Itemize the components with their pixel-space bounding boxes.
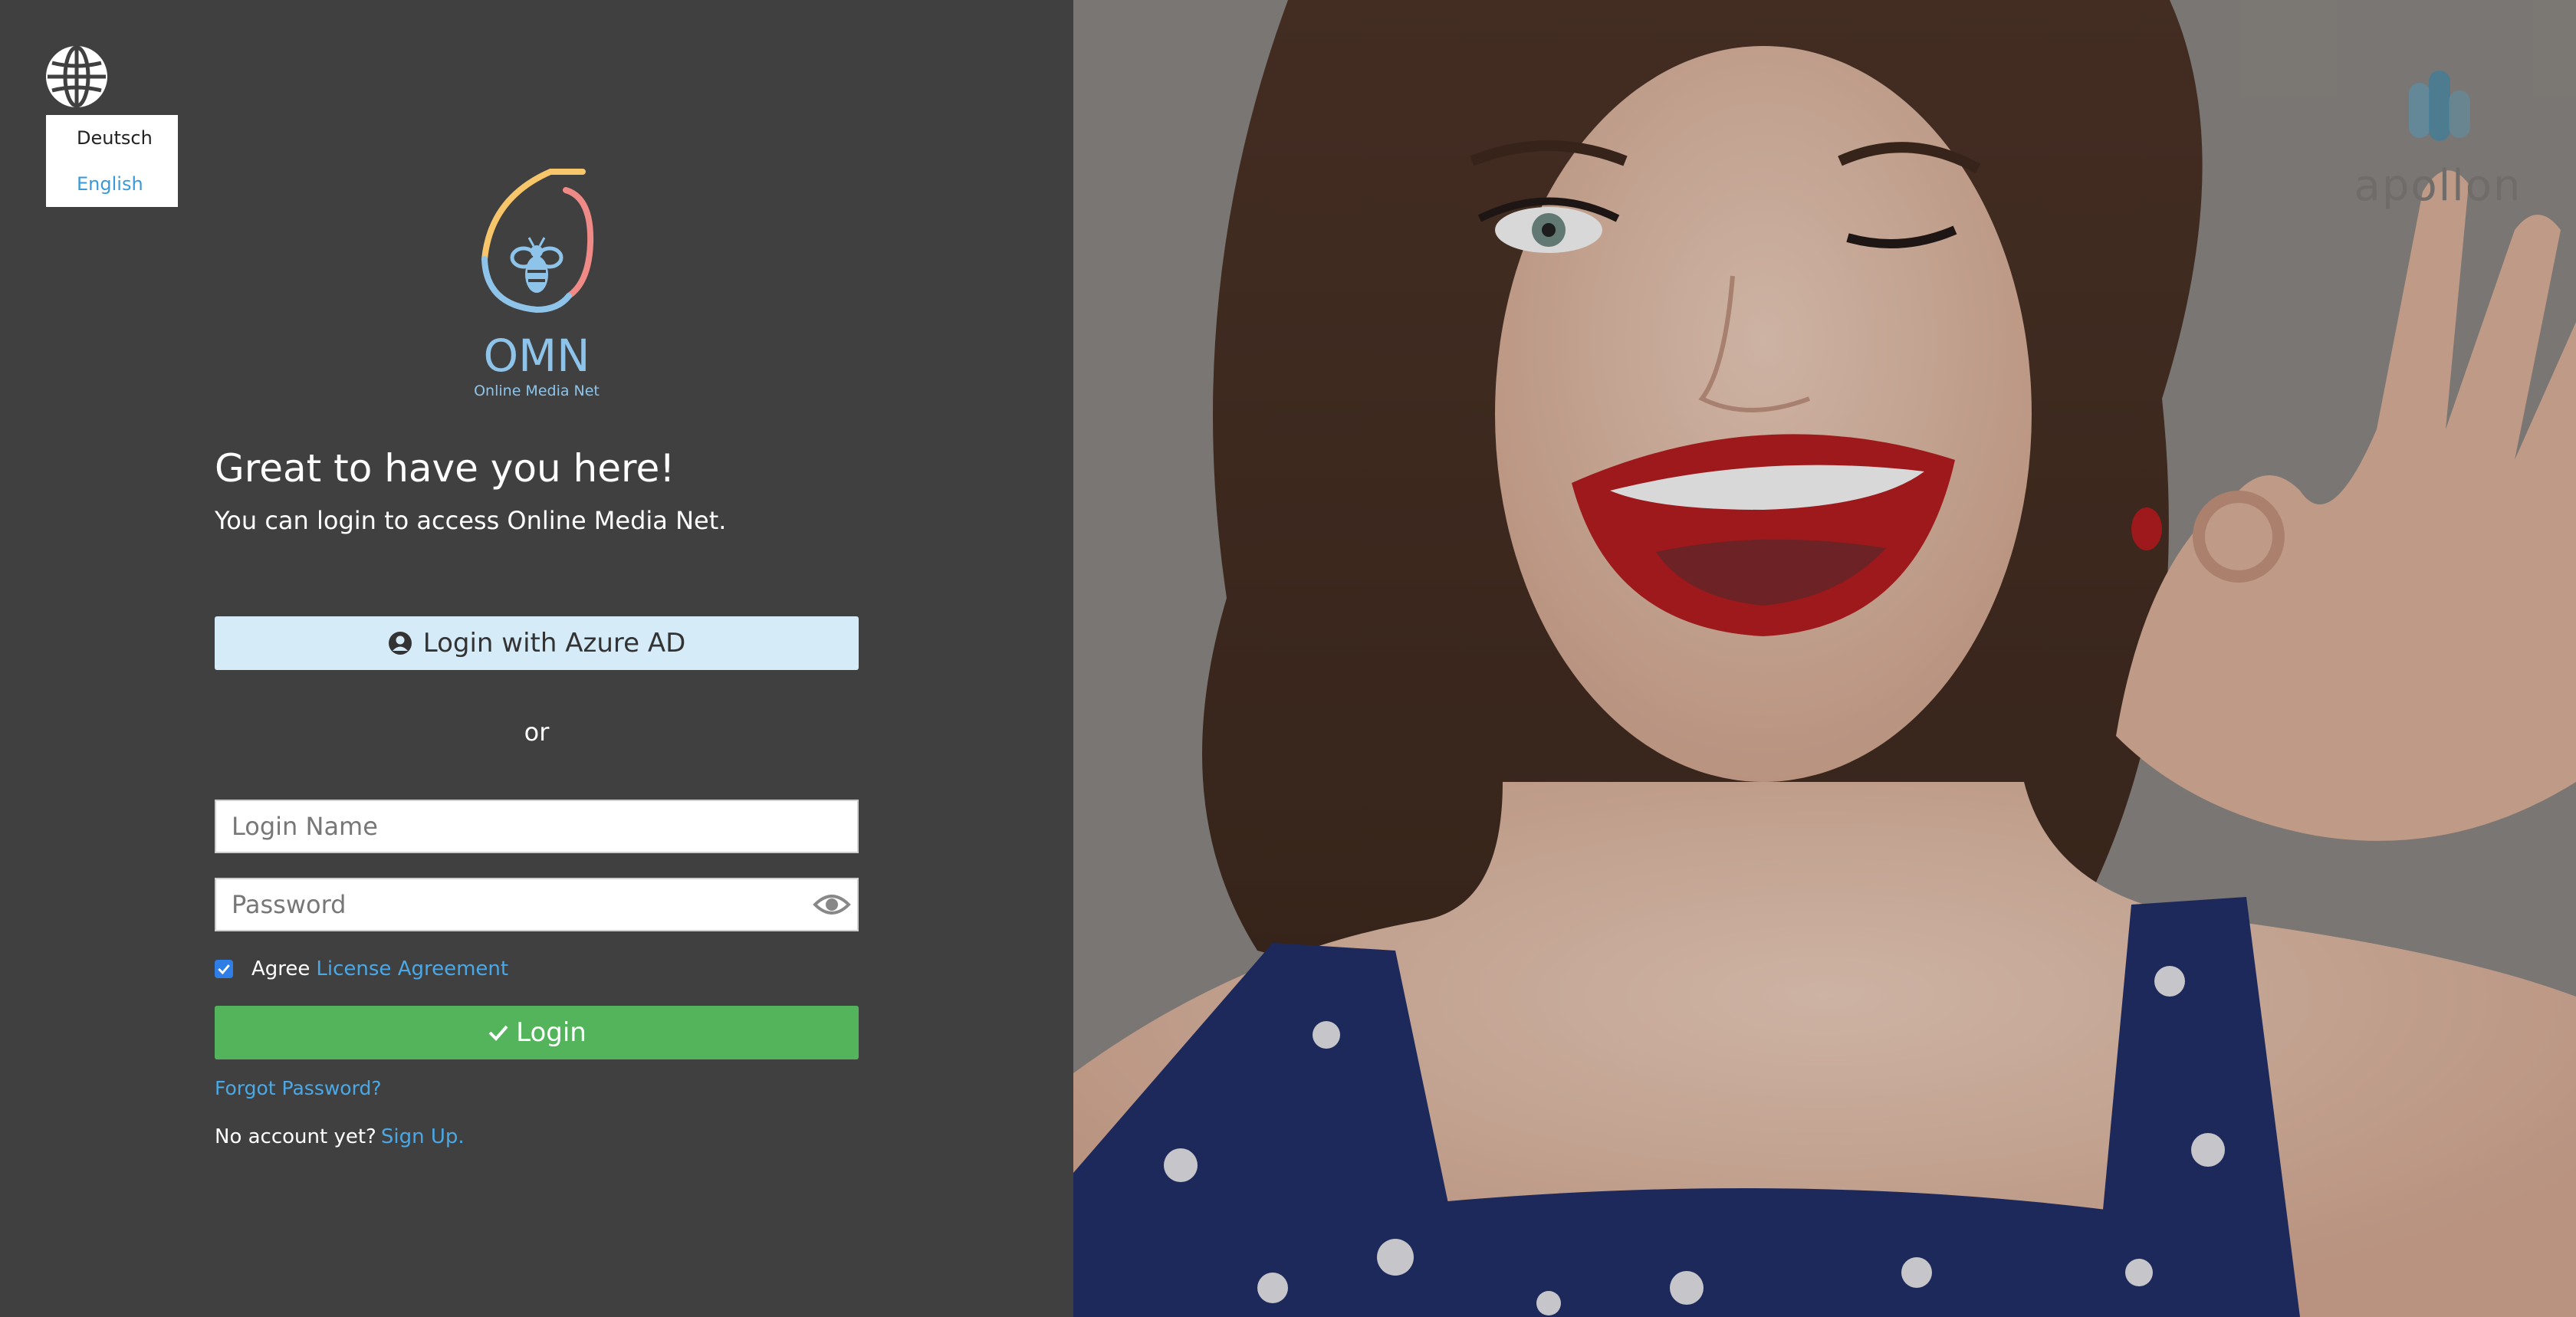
- omn-logo: OMN Online Media Net: [474, 169, 600, 399]
- forgot-password-link[interactable]: Forgot Password?: [215, 1077, 382, 1099]
- azure-login-label: Login with Azure AD: [422, 628, 686, 658]
- login-button[interactable]: Login: [215, 1006, 859, 1059]
- language-menu: Deutsch English: [46, 115, 178, 207]
- agree-label: Agree: [251, 957, 310, 980]
- check-icon: [488, 1025, 508, 1041]
- signup-prompt: No account yet?: [215, 1125, 376, 1148]
- or-separator: or: [524, 718, 550, 747]
- logo-name: OMN: [483, 330, 590, 382]
- azure-login-button[interactable]: Login with Azure AD: [215, 616, 859, 670]
- page-title: Great to have you here!: [215, 446, 675, 491]
- login-page: Deutsch English OMN Online Media Net Gre…: [0, 0, 2576, 1317]
- eye-icon[interactable]: [813, 891, 851, 918]
- user-circle-icon: [388, 632, 412, 655]
- language-option-deutsch[interactable]: Deutsch: [77, 127, 153, 149]
- password-field: [215, 878, 859, 931]
- apollon-logo-text: apollon: [2354, 161, 2522, 211]
- page-subtitle: You can login to access Online Media Net…: [215, 506, 727, 535]
- agree-checkbox[interactable]: [215, 960, 233, 978]
- apollon-mark-icon: [2409, 71, 2470, 141]
- license-agreement-link[interactable]: License Agreement: [316, 957, 508, 980]
- apollon-logo: apollon: [2338, 69, 2538, 222]
- password-input[interactable]: [215, 878, 859, 931]
- logo-tagline: Online Media Net: [474, 383, 600, 399]
- login-name-input[interactable]: [215, 800, 859, 853]
- bee-icon: [510, 237, 564, 293]
- signup-row: No account yet? Sign Up.: [215, 1125, 465, 1148]
- login-panel: Deutsch English OMN Online Media Net Gre…: [0, 0, 1073, 1317]
- language-option-english[interactable]: English: [77, 173, 143, 195]
- globe-icon[interactable]: [44, 44, 109, 109]
- agree-row: Agree License Agreement: [215, 957, 508, 981]
- checkmark-icon: [218, 964, 230, 975]
- hero-image: apollon: [1073, 0, 2576, 1317]
- signup-link[interactable]: Sign Up.: [381, 1125, 465, 1148]
- login-button-label: Login: [516, 1017, 586, 1048]
